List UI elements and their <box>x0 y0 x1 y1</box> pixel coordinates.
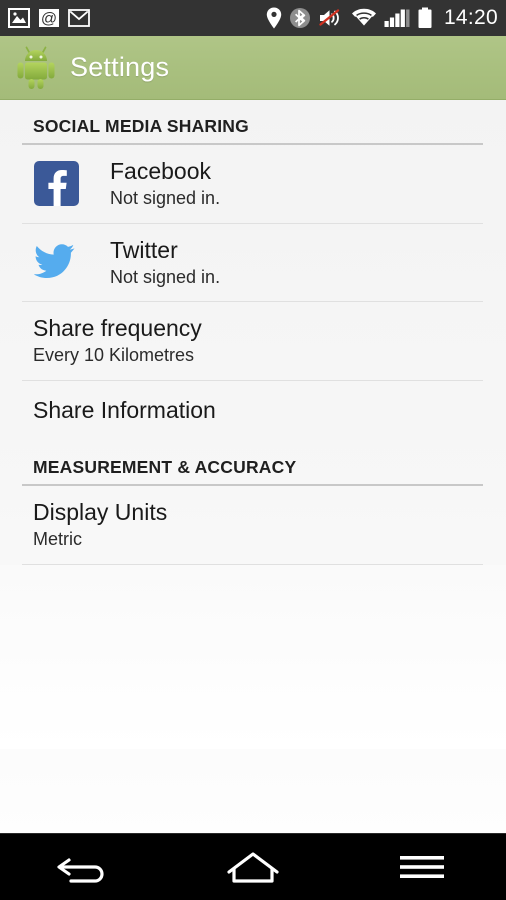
settings-row-text: Share frequency Every 10 Kilometres <box>33 315 486 367</box>
settings-row-title: Twitter <box>110 236 178 263</box>
status-bar: @ 14:20 <box>0 0 506 36</box>
settings-row-facebook[interactable]: Facebook Not signed in. <box>0 145 506 223</box>
status-bar-notification-icons: @ <box>8 8 90 28</box>
battery-icon <box>417 7 433 29</box>
volume-muted-icon <box>318 7 344 29</box>
settings-row-subtitle: Every 10 Kilometres <box>33 345 195 366</box>
settings-row-subtitle: Not signed in. <box>110 188 221 209</box>
phone-screen: @ 14:20 Settings SOCIAL MEDIA SHARING Fa… <box>0 0 506 900</box>
settings-row-title: Display Units <box>33 498 168 525</box>
home-button[interactable] <box>198 834 308 900</box>
section-header-measurement-accuracy: MEASUREMENT & ACCURACY <box>33 456 297 477</box>
settings-row-share-information[interactable]: Share Information <box>0 381 506 441</box>
settings-row-text: Twitter Not signed in. <box>110 237 486 289</box>
section-header-social-media-sharing: SOCIAL MEDIA SHARING <box>33 116 249 136</box>
settings-row-title: Share Information <box>33 397 216 424</box>
gmail-icon <box>68 9 90 27</box>
settings-row-text: Facebook Not signed in. <box>110 158 486 210</box>
settings-row-display-units[interactable]: Display Units Metric <box>0 486 506 564</box>
navigation-bar <box>0 833 506 900</box>
twitter-icon <box>33 239 79 285</box>
settings-row-subtitle: Metric <box>33 529 82 549</box>
settings-row-text: Display Units Metric <box>33 499 486 551</box>
status-bar-clock: 14:20 <box>443 6 498 29</box>
photo-icon <box>8 8 30 28</box>
location-pin-icon <box>266 7 282 29</box>
facebook-icon <box>33 161 79 207</box>
settings-row-title: Share frequency <box>33 315 202 342</box>
bluetooth-icon <box>289 7 311 29</box>
cellular-signal-icon <box>384 8 410 28</box>
settings-row-subtitle: Not signed in. <box>110 266 221 287</box>
wifi-icon <box>351 8 377 28</box>
page-title: Settings <box>70 52 170 82</box>
email-at-icon: @ <box>38 8 60 28</box>
empty-list-space <box>0 564 506 749</box>
settings-list: SOCIAL MEDIA SHARING Facebook Not signed… <box>0 100 506 749</box>
svg-text:@: @ <box>41 11 57 28</box>
menu-button[interactable] <box>367 834 477 900</box>
settings-row-share-frequency[interactable]: Share frequency Every 10 Kilometres <box>0 302 506 380</box>
android-robot-icon <box>14 45 58 91</box>
settings-row-title: Facebook <box>110 158 212 184</box>
settings-row-text: Share Information <box>33 397 486 424</box>
settings-row-twitter[interactable]: Twitter Not signed in. <box>0 224 506 302</box>
back-button[interactable] <box>29 834 139 900</box>
action-bar: Settings <box>0 36 506 100</box>
status-bar-system-icons: 14:20 <box>266 6 498 30</box>
